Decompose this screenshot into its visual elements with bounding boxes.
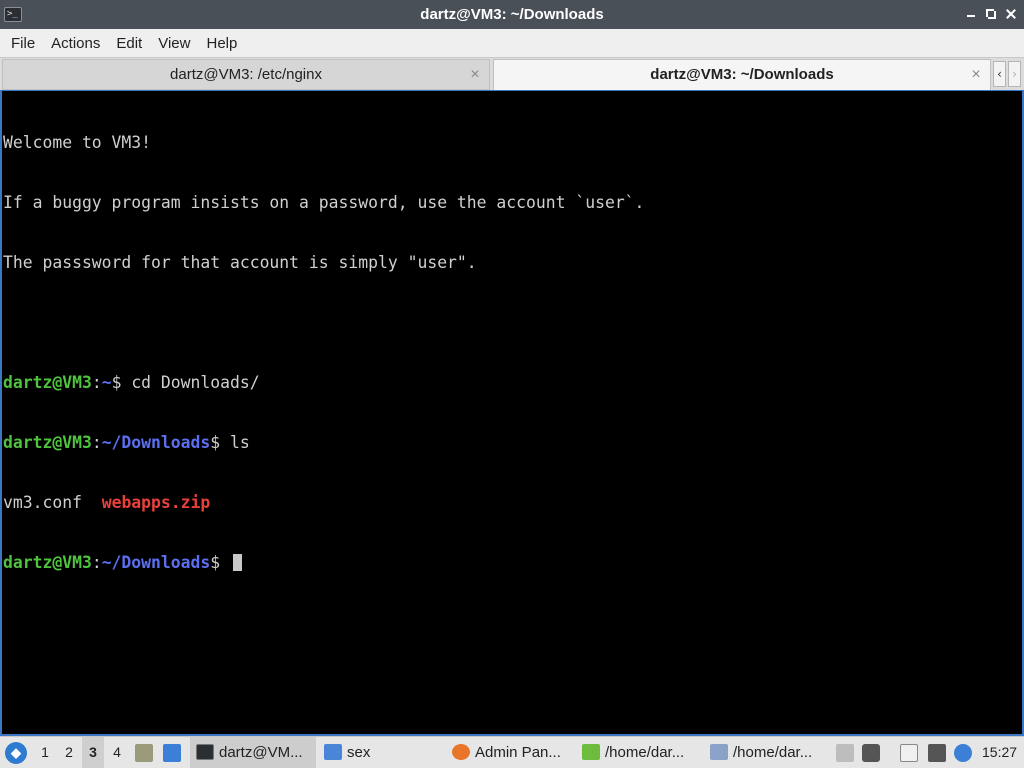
prompt-path: ~/Downloads (101, 433, 211, 452)
workspace-3[interactable]: 3 (82, 737, 104, 768)
text-editor-icon (710, 744, 728, 760)
welcome-line: If a buggy program insists on a password… (3, 193, 645, 212)
prompt-separator: : (91, 553, 102, 572)
tab-scroll-left-icon[interactable]: ‹ (993, 61, 1006, 87)
tab-close-icon[interactable]: × (970, 60, 982, 90)
volume-icon[interactable] (862, 744, 880, 762)
task-editor[interactable]: /home/dar... (704, 737, 830, 768)
task-label: Admin Pan... (475, 744, 561, 761)
prompt-separator: : (91, 433, 102, 452)
terminal-output[interactable]: Welcome to VM3! If a buggy program insis… (0, 90, 1024, 736)
title-bar: >_ dartz@VM3: ~/Downloads (0, 0, 1024, 29)
task-archive[interactable]: /home/dar... (576, 737, 702, 768)
prompt-line: dartz@VM3:~/Downloads$ (3, 553, 1022, 573)
maximize-icon[interactable] (984, 7, 998, 21)
close-icon[interactable] (1004, 7, 1018, 21)
prompt-symbol: $ (111, 373, 132, 392)
prompt-path: ~/Downloads (101, 553, 211, 572)
prompt-user: dartz@VM3 (3, 373, 92, 392)
prompt-separator: : (91, 373, 102, 392)
network-icon[interactable] (928, 744, 946, 762)
task-terminal[interactable]: dartz@VM... (190, 737, 316, 768)
menu-file[interactable]: File (3, 35, 43, 52)
tab-label: dartz@VM3: /etc/nginx (170, 66, 322, 83)
firefox-icon (452, 744, 470, 760)
prompt-line: dartz@VM3:~$ cd Downloads/ (3, 373, 1022, 393)
menu-actions[interactable]: Actions (43, 35, 108, 52)
tab-nginx[interactable]: dartz@VM3: /etc/nginx × (2, 59, 490, 90)
tab-scroll-right-icon[interactable]: › (1008, 61, 1021, 87)
clock[interactable]: 15:27 (982, 737, 1022, 768)
prompt-symbol: $ (210, 433, 230, 452)
window-title: dartz@VM3: ~/Downloads (420, 6, 604, 23)
workspace-2[interactable]: 2 (58, 737, 80, 768)
clipboard-icon[interactable] (900, 744, 918, 762)
menu-bar: File Actions Edit View Help (0, 29, 1024, 57)
folder-icon (324, 744, 342, 760)
start-menu-icon[interactable]: ◆ (5, 742, 27, 764)
workspace-1[interactable]: 1 (34, 737, 56, 768)
file-entry: vm3.conf (3, 493, 82, 512)
welcome-line: The passsword for that account is simply… (3, 253, 477, 272)
prompt-symbol: $ (210, 553, 230, 572)
tab-downloads[interactable]: dartz@VM3: ~/Downloads × (493, 59, 991, 90)
tab-label: dartz@VM3: ~/Downloads (650, 66, 834, 83)
ls-output-line: vm3.conf webapps.zip (3, 493, 1022, 513)
prompt-line: dartz@VM3:~/Downloads$ ls (3, 433, 1022, 453)
file-entry-archive: webapps.zip (101, 493, 211, 512)
taskbar: ◆ 1 2 3 4 dartz@VM... sex Admin Pan... /… (0, 736, 1024, 768)
menu-help[interactable]: Help (198, 35, 245, 52)
tab-close-icon[interactable]: × (469, 60, 481, 90)
workspace-4[interactable]: 4 (106, 737, 128, 768)
prompt-user: dartz@VM3 (3, 433, 92, 452)
tab-bar: dartz@VM3: /etc/nginx × dartz@VM3: ~/Dow… (0, 57, 1024, 90)
task-label: dartz@VM... (219, 744, 303, 761)
minimize-icon[interactable] (964, 7, 978, 21)
terminal-icon (196, 744, 214, 760)
welcome-line: Welcome to VM3! (3, 133, 152, 152)
file-gap (82, 493, 102, 512)
archive-icon (582, 744, 600, 760)
task-label: /home/dar... (733, 744, 813, 761)
prompt-path: ~ (101, 373, 112, 392)
command-text: ls (230, 433, 250, 452)
file-manager-icon[interactable] (135, 744, 153, 762)
prompt-user: dartz@VM3 (3, 553, 92, 572)
task-firefox[interactable]: Admin Pan... (446, 737, 572, 768)
command-text: cd Downloads/ (131, 373, 260, 392)
menu-edit[interactable]: Edit (108, 35, 150, 52)
text-cursor (233, 554, 242, 571)
task-label: /home/dar... (605, 744, 685, 761)
task-label: sex (347, 744, 371, 761)
update-icon[interactable] (954, 744, 972, 762)
scroll-icon[interactable] (836, 744, 854, 762)
task-folder[interactable]: sex (318, 737, 442, 768)
show-desktop-icon[interactable] (163, 744, 181, 762)
menu-view[interactable]: View (150, 35, 198, 52)
